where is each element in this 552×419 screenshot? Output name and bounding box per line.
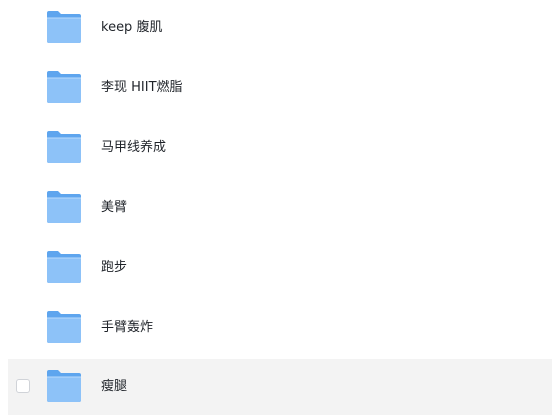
folder-row-hovered[interactable]: 瘦腿 — [8, 359, 552, 415]
folder-row[interactable]: 跑步 — [8, 240, 552, 296]
folder-row[interactable]: 李现 HIIT燃脂 — [8, 60, 552, 116]
folder-name[interactable]: 李现 HIIT燃脂 — [101, 60, 183, 116]
file-list: keep 腹肌 李现 HIIT燃脂 马甲线养成 美臂 跑步 手臂轰炸 瘦腿 — [0, 0, 552, 419]
folder-name[interactable]: 美臂 — [101, 180, 127, 236]
folder-row[interactable]: 美臂 — [8, 180, 552, 236]
folder-row[interactable]: keep 腹肌 — [8, 0, 552, 56]
folder-row[interactable]: 手臂轰炸 — [8, 300, 552, 356]
folder-name[interactable]: 手臂轰炸 — [101, 300, 153, 356]
folder-name[interactable]: keep 腹肌 — [101, 0, 162, 56]
folder-icon — [46, 369, 82, 403]
folder-icon — [46, 250, 82, 284]
folder-icon — [46, 310, 82, 344]
row-checkbox[interactable] — [16, 379, 30, 393]
folder-name[interactable]: 跑步 — [101, 240, 127, 296]
folder-icon — [46, 130, 82, 164]
folder-name[interactable]: 瘦腿 — [101, 359, 127, 415]
folder-icon — [46, 10, 82, 44]
folder-icon — [46, 70, 82, 104]
folder-row[interactable]: 马甲线养成 — [8, 120, 552, 176]
folder-name[interactable]: 马甲线养成 — [101, 120, 166, 176]
folder-icon — [46, 190, 82, 224]
